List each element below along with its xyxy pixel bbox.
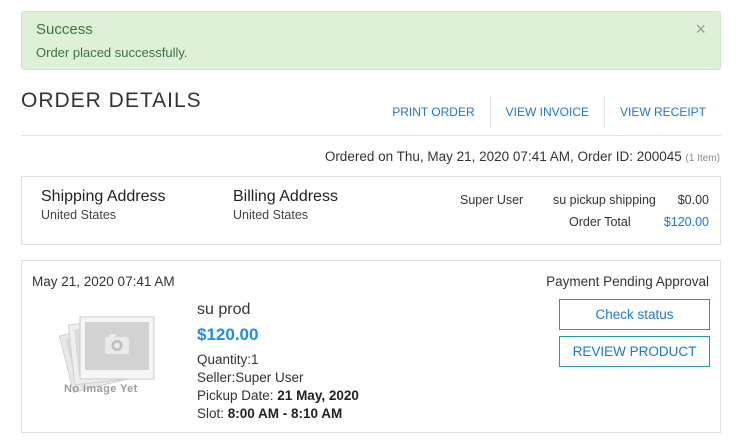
view-receipt-link[interactable]: VIEW RECEIPT [603,96,721,128]
review-product-button[interactable]: REVIEW PRODUCT [559,336,710,367]
pickup-date: Pickup Date: 21 May, 2020 [197,388,359,403]
item-count: (1 Item) [685,153,720,164]
shipping-method: su pickup shipping [553,193,656,207]
shipping-address-title: Shipping Address [41,188,166,205]
alert-message: Order placed successfully. [36,45,188,60]
pickup-date-value: 21 May, 2020 [277,388,359,403]
billing-address-title: Billing Address [233,188,338,205]
no-image-label: No Image Yet [64,383,138,395]
payment-status: Payment Pending Approval [546,274,709,289]
product-seller: Seller:Super User [197,370,304,385]
pickup-slot: Slot: 8:00 AM - 8:10 AM [197,406,342,421]
view-invoice-link[interactable]: VIEW INVOICE [489,96,604,128]
seller-name: Super User [460,193,524,207]
check-status-button[interactable]: Check status [559,299,710,330]
print-order-link[interactable]: PRINT ORDER [377,96,489,128]
shipping-address-country: United States [41,208,117,222]
ordered-on-text: Ordered on Thu, May 21, 2020 07:41 AM, O… [324,149,682,164]
order-actions: PRINT ORDER VIEW INVOICE VIEW RECEIPT [377,96,721,128]
address-summary-box: Shipping Address United States Billing A… [21,176,721,245]
order-meta: Ordered on Thu, May 21, 2020 07:41 AM, O… [325,149,720,164]
slot-value: 8:00 AM - 8:10 AM [227,406,343,421]
close-icon[interactable]: × [695,20,706,38]
pickup-date-label: Pickup Date: [197,388,278,403]
billing-address-country: United States [233,208,309,222]
order-total-value: $120.00 [663,215,709,229]
product-name[interactable]: su prod [197,301,250,319]
product-quantity: Quantity:1 [197,352,259,367]
order-item-card: May 21, 2020 07:41 AM Payment Pending Ap… [21,260,721,433]
item-order-date: May 21, 2020 07:41 AM [32,274,175,289]
header-divider [21,135,721,136]
alert-title: Success [36,21,93,38]
order-total-label: Order Total [569,215,631,229]
page-title: ORDER DETAILS [21,89,202,112]
product-price: $120.00 [197,325,259,344]
shipping-price: $0.00 [677,193,709,207]
slot-label: Slot: [197,406,228,421]
success-alert: Success Order placed successfully. × [21,11,721,70]
